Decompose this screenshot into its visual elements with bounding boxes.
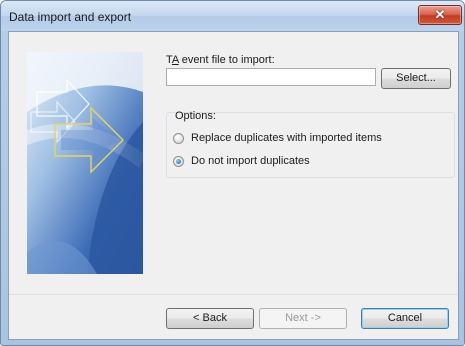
file-label-mnemonic: A — [171, 54, 179, 66]
radio-label: Do not import duplicates — [191, 155, 310, 167]
file-path-input[interactable] — [166, 68, 376, 86]
dialog-window: Data import and export ✕ TA event file t… — [0, 0, 465, 346]
close-button[interactable]: ✕ — [418, 5, 462, 25]
select-button[interactable]: Select... — [381, 68, 451, 89]
file-label: TA event file to import: — [166, 54, 275, 66]
wizard-banner-image — [27, 52, 143, 274]
radio-selected-dot — [176, 159, 181, 164]
footer-separator — [9, 294, 458, 295]
radio-button-selected[interactable] — [173, 156, 184, 167]
dialog-body: TA event file to import: Select... Optio… — [8, 31, 459, 340]
window-title: Data import and export — [9, 10, 132, 24]
file-label-rest: event file to import: — [178, 54, 275, 66]
next-button[interactable]: Next -> — [259, 308, 347, 329]
title-bar[interactable]: Data import and export ✕ — [1, 1, 464, 31]
back-button[interactable]: < Back — [166, 308, 254, 329]
radio-button[interactable] — [173, 133, 184, 144]
options-legend: Options: — [175, 110, 216, 122]
close-icon: ✕ — [434, 7, 446, 22]
cancel-button[interactable]: Cancel — [361, 308, 449, 329]
radio-label: Replace duplicates with imported items — [191, 132, 382, 144]
